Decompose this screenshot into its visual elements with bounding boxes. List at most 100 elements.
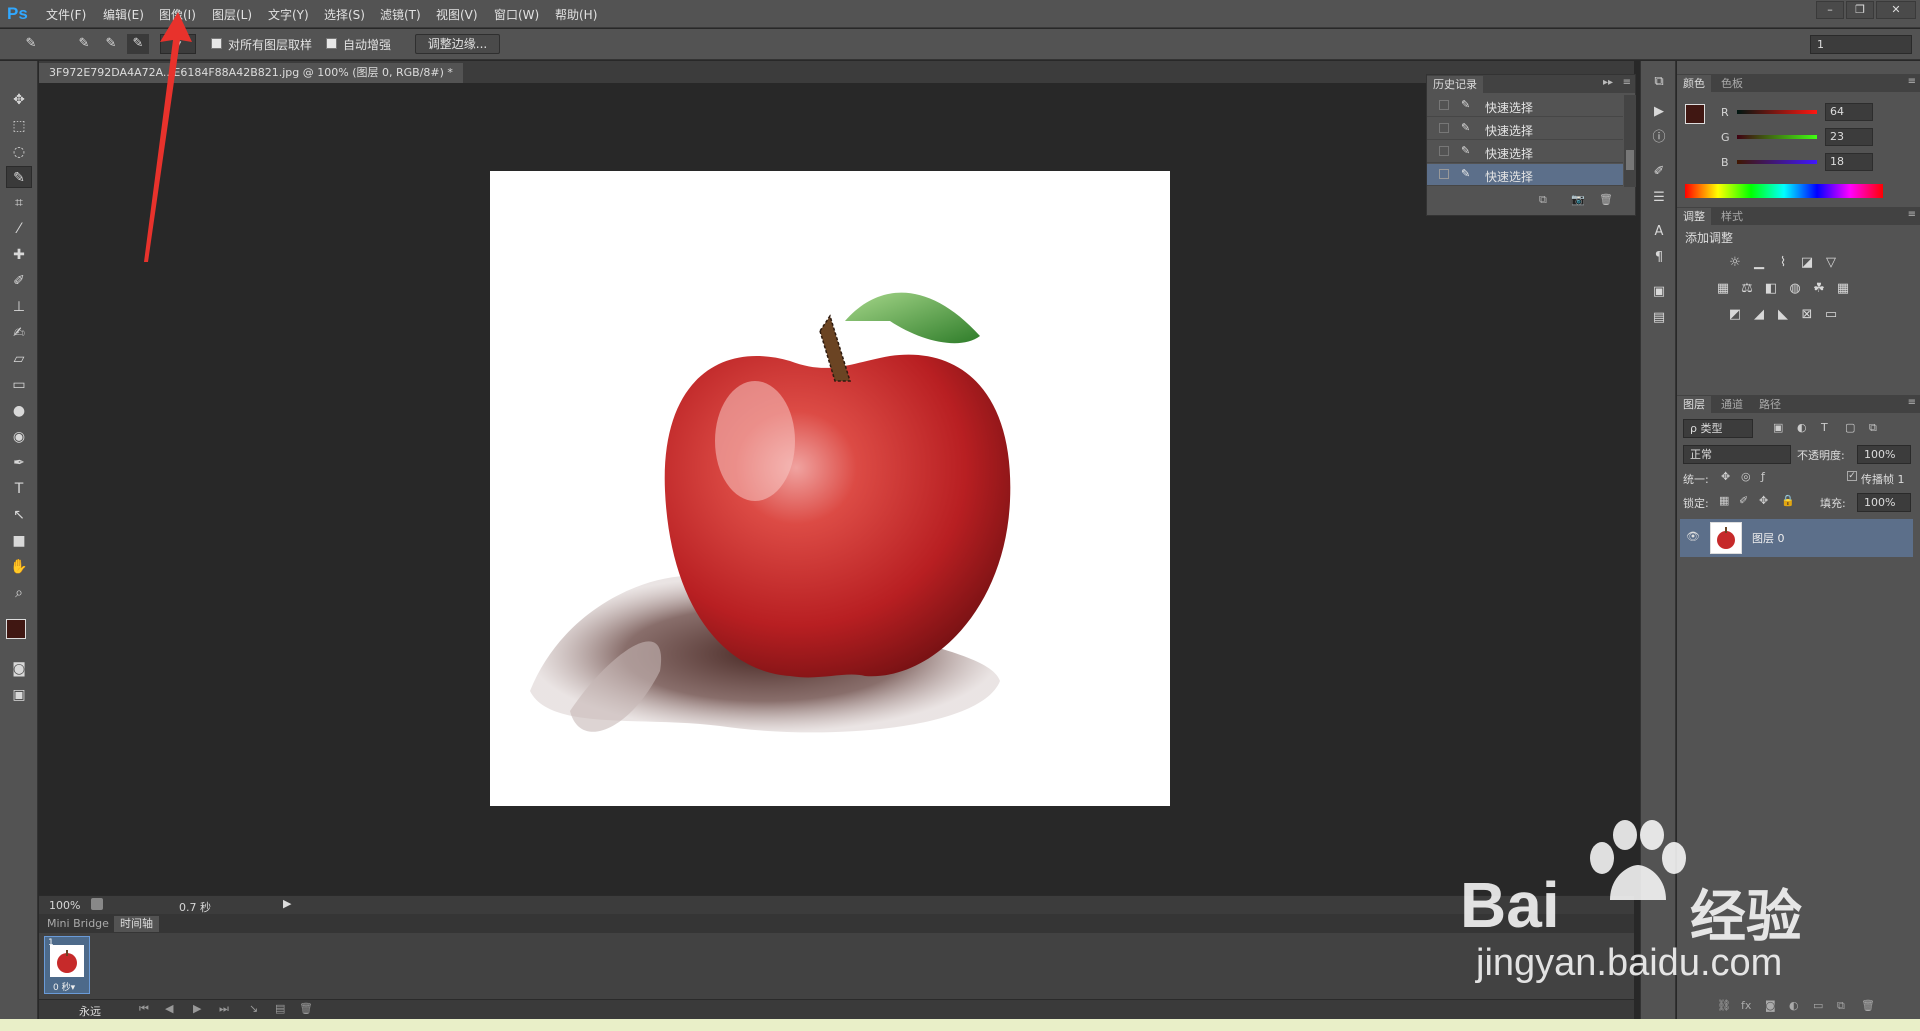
tab-timeline[interactable]: 时间轴 (114, 916, 159, 932)
history-scrollbar[interactable] (1624, 95, 1636, 187)
brush-presets-icon[interactable]: ☰ (1647, 187, 1671, 209)
new-layer-icon[interactable]: ⧉ (1837, 999, 1845, 1013)
invert-icon[interactable]: ◩ (1725, 305, 1745, 325)
rectangle-tool-icon[interactable]: ■ (6, 530, 32, 552)
refine-edge-button[interactable]: 调整边缘... (415, 34, 500, 54)
sample-all-layers-checkbox[interactable] (211, 38, 222, 49)
gradient-tool-icon[interactable]: ▭ (6, 374, 32, 396)
levels-icon[interactable]: ▁ (1749, 253, 1769, 273)
foreground-color-swatch[interactable] (6, 619, 26, 639)
path-selection-icon[interactable]: ↖ (6, 504, 32, 526)
foreground-color-swatch[interactable] (1685, 104, 1705, 124)
menu-filter[interactable]: 滤镜(T) (380, 6, 421, 23)
paragraph-panel-icon[interactable]: ¶ (1647, 247, 1671, 269)
delete-frame-icon[interactable]: 🗑 (299, 1002, 313, 1015)
panel-menu-icon[interactable]: ≡ (1908, 209, 1916, 220)
tab-swatches[interactable]: 色板 (1715, 75, 1749, 92)
history-item[interactable]: ✎ 快速选择 (1427, 95, 1623, 117)
lock-pixels-icon[interactable]: ✐ (1739, 494, 1748, 507)
zoom-level[interactable]: 100% (49, 899, 80, 912)
first-frame-icon[interactable]: ⏮ (139, 1002, 149, 1016)
gradient-map-icon[interactable]: ▭ (1821, 305, 1841, 325)
notes-panel-icon[interactable]: ▤ (1647, 307, 1671, 329)
channel-mixer-icon[interactable]: ☘ (1809, 279, 1829, 299)
tab-color[interactable]: 颜色 (1677, 75, 1711, 92)
prev-frame-icon[interactable]: ◀ (165, 1002, 173, 1015)
collapse-panel-icon[interactable]: ▸▸ (1603, 77, 1613, 88)
hue-saturation-icon[interactable]: ▦ (1713, 279, 1733, 299)
fill-input[interactable]: 100% (1857, 493, 1911, 512)
restore-button[interactable]: ❐ (1846, 1, 1874, 19)
green-value-input[interactable]: 23 (1825, 128, 1873, 146)
clone-stamp-icon[interactable]: ⊥ (6, 296, 32, 318)
tween-icon[interactable]: ↘ (249, 1002, 258, 1015)
quick-selection-tool-icon[interactable]: ✎ (6, 166, 32, 188)
layer-name[interactable]: 图层 0 (1752, 530, 1785, 546)
layer-comps-icon[interactable]: ▣ (1647, 281, 1671, 303)
brightness-contrast-icon[interactable]: ☼ (1725, 253, 1745, 273)
marquee-tool-icon[interactable]: ⬚ (6, 115, 32, 137)
blue-slider[interactable] (1737, 160, 1817, 164)
timeline-frame[interactable]: 1 0 秒▾ (44, 936, 90, 994)
layer-visibility-eye-icon[interactable]: 👁 (1686, 530, 1700, 543)
brush-panel-icon[interactable]: ✐ (1647, 161, 1671, 183)
color-spectrum-bar[interactable] (1685, 184, 1883, 198)
history-brush-icon[interactable]: ✍ (6, 322, 32, 344)
blue-value-input[interactable]: 18 (1825, 153, 1873, 171)
history-brush-source-checkbox[interactable] (1439, 169, 1449, 179)
photo-filter-icon[interactable]: ◍ (1785, 279, 1805, 299)
add-to-selection-icon[interactable]: ✎ (100, 34, 122, 54)
exposure-icon[interactable]: ◪ (1797, 253, 1817, 273)
snapshot-icon[interactable]: 📷 (1571, 193, 1585, 206)
delete-layer-icon[interactable]: 🗑 (1861, 999, 1875, 1012)
unify-style-icon[interactable]: ƒ (1761, 470, 1765, 483)
selective-color-icon[interactable]: ⊠ (1797, 305, 1817, 325)
lasso-tool-icon[interactable]: ◌ (6, 141, 32, 163)
tab-mini-bridge[interactable]: Mini Bridge (41, 916, 115, 932)
new-document-from-state-icon[interactable]: ⧉ (1539, 193, 1547, 207)
propagate-frame-checkbox[interactable]: ✓ (1847, 471, 1857, 481)
link-layers-icon[interactable]: ⛓ (1717, 999, 1731, 1012)
document-canvas[interactable] (490, 171, 1170, 806)
layer-row[interactable]: 👁 图层 0 (1680, 519, 1913, 557)
auto-enhance-checkbox[interactable] (326, 38, 337, 49)
blend-mode-select[interactable]: 正常 (1683, 445, 1791, 464)
history-panel-icon[interactable]: ⧉ (1647, 71, 1671, 93)
next-frame-icon[interactable]: ⏭ (219, 1002, 229, 1016)
history-item[interactable]: ✎ 快速选择 (1427, 118, 1623, 140)
new-adjustment-layer-icon[interactable]: ◐ (1789, 999, 1799, 1012)
filter-shape-icon[interactable]: ▢ (1845, 421, 1855, 434)
unify-position-icon[interactable]: ✥ (1721, 470, 1730, 483)
layer-style-icon[interactable]: fx (1741, 999, 1751, 1012)
history-brush-source-checkbox[interactable] (1439, 146, 1449, 156)
hand-tool-icon[interactable]: ✋ (6, 556, 32, 578)
vibrance-icon[interactable]: ▽ (1821, 253, 1841, 273)
brush-tool-icon[interactable]: ✐ (6, 270, 32, 292)
frame-delay[interactable]: 0 秒▾ (53, 980, 75, 993)
duplicate-frame-icon[interactable]: ▤ (275, 1002, 285, 1015)
tab-styles[interactable]: 样式 (1715, 208, 1749, 225)
tab-history[interactable]: 历史记录 (1427, 76, 1483, 93)
new-selection-icon[interactable]: ✎ (73, 34, 95, 54)
color-lookup-icon[interactable]: ▦ (1833, 279, 1853, 299)
lock-position-icon[interactable]: ✥ (1759, 494, 1768, 507)
panel-menu-icon[interactable]: ≡ (1908, 397, 1916, 408)
panel-menu-icon[interactable]: ≡ (1908, 76, 1916, 87)
pen-tool-icon[interactable]: ✒ (6, 452, 32, 474)
workspace-select[interactable]: 1 (1810, 35, 1912, 54)
red-value-input[interactable]: 64 (1825, 103, 1873, 121)
menu-edit[interactable]: 编辑(E) (103, 6, 144, 23)
document-info-icon[interactable] (91, 898, 103, 910)
dodge-tool-icon[interactable]: ◉ (6, 426, 32, 448)
menu-file[interactable]: 文件(F) (46, 6, 86, 23)
close-button[interactable]: ✕ (1876, 1, 1916, 19)
filter-smart-object-icon[interactable]: ⧉ (1869, 421, 1877, 435)
tab-channels[interactable]: 通道 (1715, 396, 1749, 413)
menu-select[interactable]: 选择(S) (324, 6, 365, 23)
move-tool-icon[interactable]: ✥ (6, 89, 32, 111)
layer-mask-icon[interactable]: ◙ (1765, 999, 1776, 1012)
menu-layer[interactable]: 图层(L) (212, 6, 252, 23)
tab-layers[interactable]: 图层 (1677, 396, 1711, 413)
history-brush-source-checkbox[interactable] (1439, 123, 1449, 133)
menu-type[interactable]: 文字(Y) (268, 6, 309, 23)
